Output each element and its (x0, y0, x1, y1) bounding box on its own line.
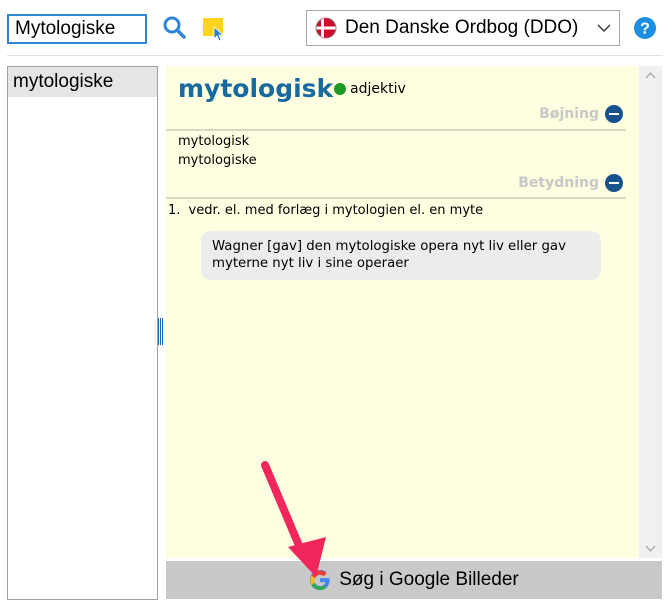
inflection-section-header[interactable]: Bøjning (539, 105, 623, 123)
inflection-form: mytologisk (178, 134, 250, 149)
definition-text: vedr. el. med forlæg i mytologien el. en… (188, 203, 484, 218)
scroll-up-button[interactable] (639, 66, 662, 86)
section-divider (166, 197, 626, 199)
entry-pane: mytologisk adjektiv Bøjning mytologisk m… (166, 66, 639, 558)
chevron-up-icon (645, 72, 656, 79)
search-input[interactable] (7, 14, 147, 44)
collapse-icon[interactable] (605, 174, 623, 192)
sticky-note-button[interactable] (200, 14, 228, 42)
word-list-item[interactable]: mytologiske (8, 67, 157, 97)
chevron-down-icon (645, 545, 656, 552)
headword: mytologisk (178, 74, 334, 103)
collapse-icon[interactable] (605, 105, 623, 123)
pane-splitter[interactable] (158, 318, 163, 345)
google-images-search-button[interactable]: Søg i Google Billeder (166, 561, 662, 599)
section-divider (166, 129, 626, 131)
toolbar-divider (7, 55, 663, 56)
search-button[interactable] (160, 13, 190, 43)
meaning-section-header[interactable]: Betydning (518, 174, 623, 192)
inflection-form: mytologiske (178, 153, 257, 168)
search-icon (163, 16, 186, 39)
vertical-scrollbar[interactable] (639, 66, 662, 558)
help-icon: ? (634, 17, 656, 39)
sticky-note-icon (203, 18, 225, 42)
danish-flag-icon (315, 17, 337, 39)
definition: 1. vedr. el. med forlæg i mytologien el.… (168, 203, 483, 218)
definition-number: 1. (168, 203, 181, 218)
part-of-speech: adjektiv (350, 81, 406, 97)
svg-text:?: ? (640, 21, 650, 38)
example-quote: Wagner [gav] den mytologiske opera nyt l… (201, 231, 601, 280)
scroll-down-button[interactable] (639, 538, 662, 558)
word-list[interactable]: mytologiske (7, 66, 158, 600)
help-button[interactable]: ? (633, 16, 657, 40)
inflection-heading: Bøjning (539, 106, 599, 122)
meaning-heading: Betydning (518, 175, 599, 191)
chevron-down-icon (597, 24, 611, 32)
dictionary-select[interactable]: Den Danske Ordbog (DDO) (306, 10, 620, 46)
google-g-icon (310, 569, 330, 591)
google-images-search-label: Søg i Google Billeder (339, 569, 519, 590)
pos-dot-icon (334, 83, 346, 95)
dictionary-select-label: Den Danske Ordbog (DDO) (345, 17, 579, 38)
